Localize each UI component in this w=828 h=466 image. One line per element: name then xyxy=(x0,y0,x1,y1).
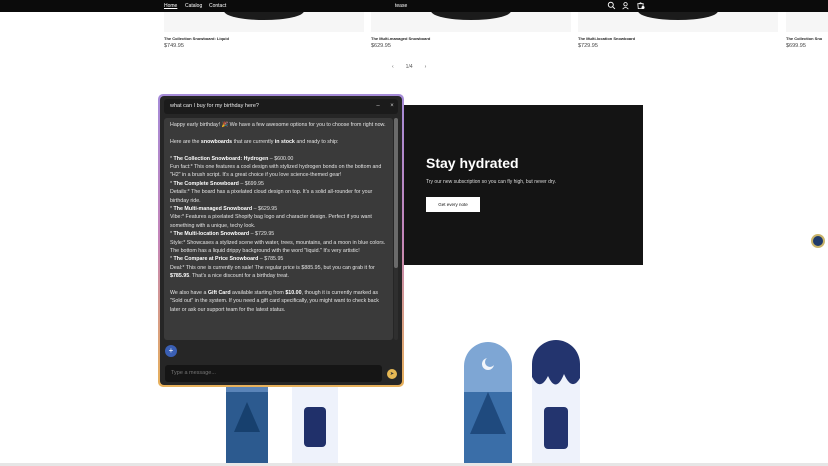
product-price: $629.95 xyxy=(371,43,391,49)
chat-item: * The Collection Snowboard: Hydrogen – $… xyxy=(170,155,294,162)
chat-item-text: Fun fact:* This one features a cool desi… xyxy=(170,164,382,179)
chat-item-text: Deal:* This one is currently on sale! Th… xyxy=(170,264,375,280)
chat-message: Happy early birthday! 🎉 We have a few aw… xyxy=(164,118,393,340)
chat-widget: what can I buy for my birthday here? – ×… xyxy=(160,96,402,385)
minimize-icon[interactable]: – xyxy=(373,101,383,111)
product-price: $699.95 xyxy=(786,43,806,49)
chat-item: * The Multi-managed Snowboard – $629.95 xyxy=(170,206,278,213)
product-card[interactable]: The Collection Snowboard: Liquid $749.95 xyxy=(164,12,364,52)
product-title: The Multi-managed Snowboard xyxy=(371,36,431,41)
add-attachment-button[interactable]: + xyxy=(165,345,177,357)
promo-banner: Stay hydrated Try our new subscription s… xyxy=(404,105,643,265)
account-icon[interactable] xyxy=(621,1,630,10)
search-icon[interactable] xyxy=(607,1,616,10)
send-icon[interactable]: ➤ xyxy=(387,369,397,379)
store-page: Home Catalog Contact tease The Collectio… xyxy=(0,0,828,466)
product-card[interactable]: The Multi-managed Snowboard $629.95 xyxy=(371,12,571,52)
chat-item: * The Complete Snowboard – $699.95 xyxy=(170,180,264,187)
product-price: $729.95 xyxy=(578,43,598,49)
pager-next-button[interactable]: › xyxy=(425,64,427,70)
product-title: The Collection Snowboard: Liquid xyxy=(164,36,229,41)
product-image xyxy=(164,12,364,32)
promo-title: Stay hydrated xyxy=(426,155,519,171)
nav-link-catalog[interactable]: Catalog xyxy=(185,3,202,9)
store-logo[interactable]: tease xyxy=(395,3,407,9)
chat-intro: Happy early birthday! 🎉 We have a few aw… xyxy=(170,122,386,128)
product-title: The Collection Sno xyxy=(786,36,823,41)
carousel-pager: ‹ 1/4 › xyxy=(386,64,432,70)
product-image xyxy=(578,12,778,32)
product-title: The Multi-location Snowboard xyxy=(578,36,636,41)
top-nav: Home Catalog Contact tease xyxy=(0,0,828,12)
promo-text: Try our new subscription so you can fly … xyxy=(426,179,557,185)
close-icon[interactable]: × xyxy=(387,101,397,111)
chat-header: what can I buy for my birthday here? – × xyxy=(164,99,398,114)
chat-gift-card-note: We also have a Gift Card available start… xyxy=(170,290,379,313)
cart-icon[interactable] xyxy=(636,1,645,10)
snowboard-illustration xyxy=(464,340,580,466)
pager-label: 1/4 xyxy=(405,64,413,70)
promo-button[interactable]: Get every note xyxy=(426,197,480,212)
chat-scrollbar-thumb[interactable] xyxy=(394,118,398,268)
product-image xyxy=(786,12,828,32)
product-card[interactable]: The Multi-location Snowboard $729.95 xyxy=(578,12,778,52)
pager-prev-button[interactable]: ‹ xyxy=(392,64,394,70)
chat-user-question: what can I buy for my birthday here? xyxy=(170,103,259,109)
chat-item-text: Style:* Showcases a stylized scene with … xyxy=(170,239,386,255)
chat-message-input[interactable] xyxy=(165,365,382,382)
nav-link-home[interactable]: Home xyxy=(164,3,177,9)
chat-scrollbar[interactable] xyxy=(394,118,398,340)
chat-lead: Here are the snowboards that are current… xyxy=(170,138,339,145)
product-image xyxy=(371,12,571,32)
product-card[interactable]: The Collection Sno $699.95 xyxy=(786,12,828,52)
product-image[interactable] xyxy=(404,322,643,466)
chat-item: * The Multi-location Snowboard – $729.95 xyxy=(170,231,275,238)
nav-link-contact[interactable]: Contact xyxy=(209,3,226,9)
chat-item-text: Vibe:* Features a pixelated Shopify bag … xyxy=(170,214,372,229)
product-price: $749.95 xyxy=(164,43,184,49)
chat-launcher-icon[interactable] xyxy=(811,234,825,248)
chat-item-text: Details:* The board has a pixelated clou… xyxy=(170,189,373,204)
chat-item: * The Compare at Price Snowboard – $785.… xyxy=(170,256,284,263)
